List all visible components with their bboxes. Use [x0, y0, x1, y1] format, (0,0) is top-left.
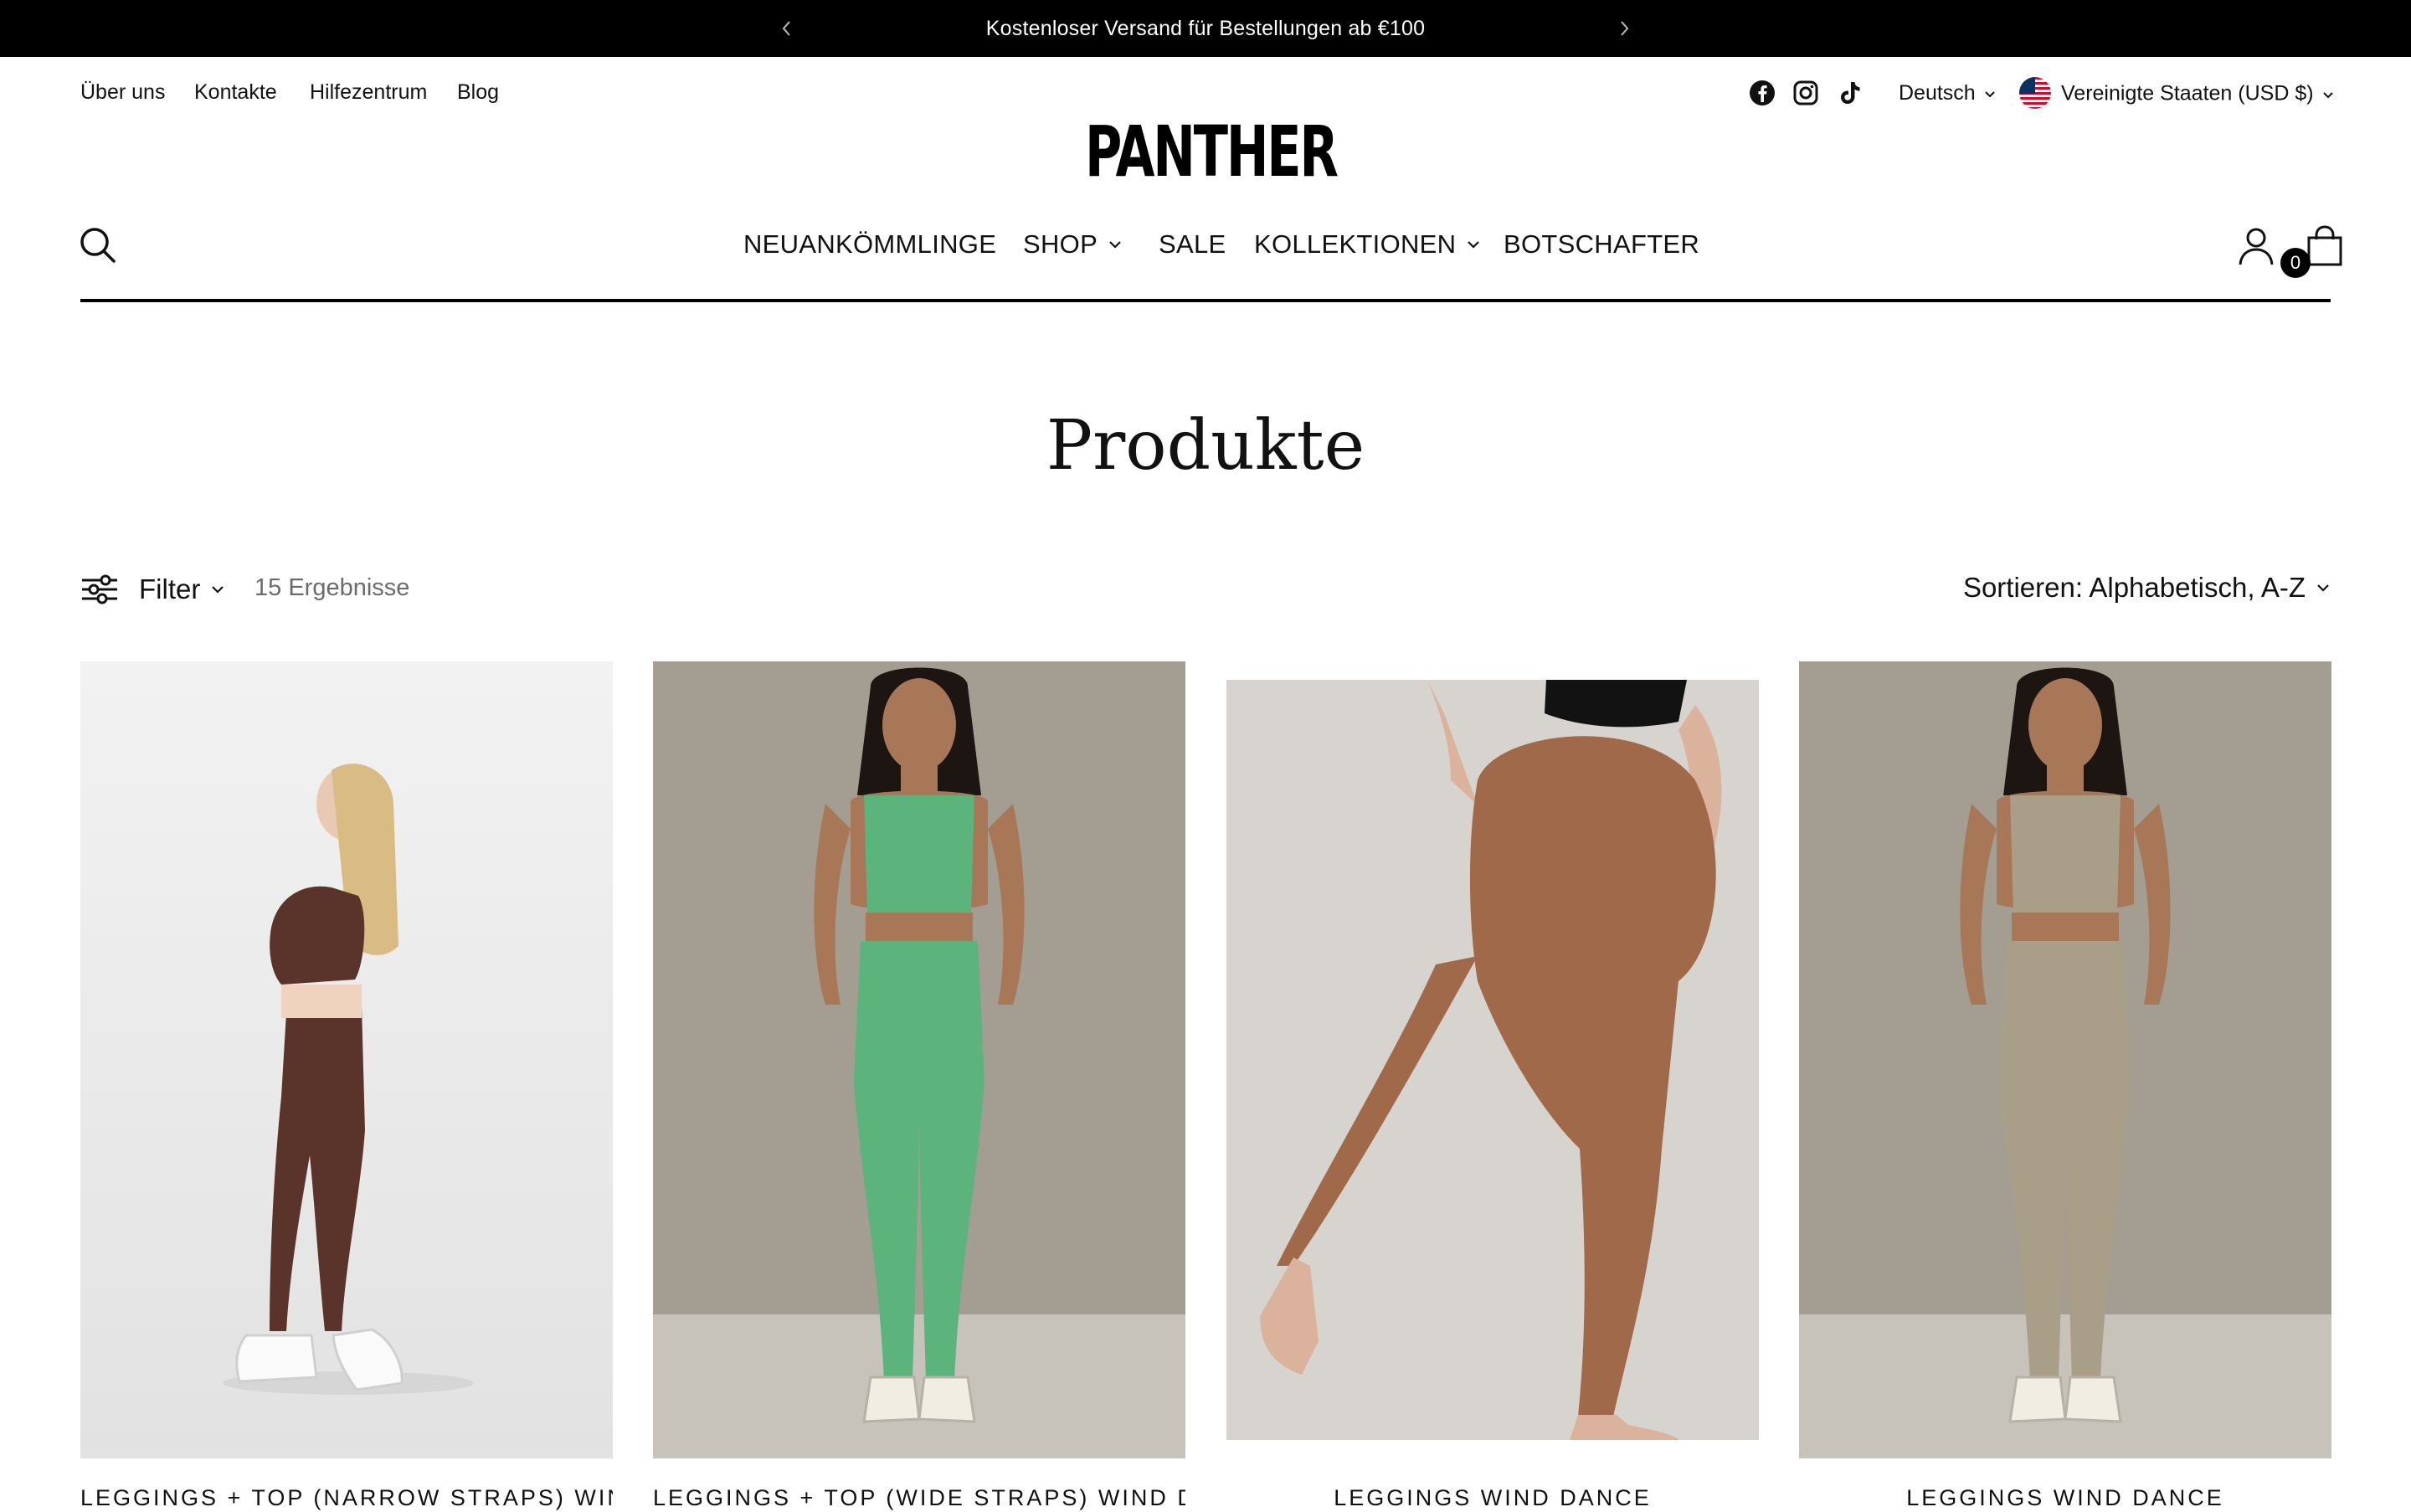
- us-flag-icon: [2019, 77, 2051, 109]
- filter-label: Filter: [139, 573, 201, 604]
- instagram-icon[interactable]: [1792, 79, 1820, 107]
- utility-link-contacts[interactable]: Kontakte: [194, 79, 277, 105]
- chevron-down-icon: [1109, 241, 1121, 249]
- chevron-right-icon: [1621, 21, 1629, 36]
- product-image[interactable]: [1226, 680, 1759, 1440]
- nav-new-arrivals[interactable]: NEUANKÖMMLINGE: [743, 228, 996, 261]
- filter-icon[interactable]: [80, 573, 119, 606]
- search-icon[interactable]: [79, 226, 117, 265]
- utility-link-about[interactable]: Über uns: [80, 79, 165, 105]
- header-divider: [80, 299, 2331, 302]
- product-title[interactable]: LEGGINGS + TOP (WIDE STRAPS) WIND DANCE: [653, 1484, 1185, 1512]
- utility-link-blog[interactable]: Blog: [457, 79, 499, 105]
- nav-item-label: BOTSCHAFTER: [1504, 229, 1700, 259]
- language-label: Deutsch: [1899, 81, 1976, 105]
- product-title[interactable]: LEGGINGS WIND DANCE: [1226, 1484, 1759, 1512]
- results-count: 15 Ergebnisse: [254, 574, 410, 601]
- product-title[interactable]: LEGGINGS + TOP (NARROW STRAPS) WIND DANC…: [80, 1484, 613, 1512]
- country-label: Vereinigte Staaten (USD $): [2061, 81, 2314, 105]
- nav-item-label: KOLLEKTIONEN: [1254, 229, 1457, 259]
- filter-button[interactable]: Filter: [139, 573, 225, 606]
- announcement-text: Kostenloser Versand für Bestellungen ab …: [985, 17, 1426, 40]
- nav-shop[interactable]: SHOP: [1023, 228, 1123, 261]
- chevron-down-icon: [2322, 92, 2333, 99]
- chevron-down-icon: [2317, 584, 2329, 592]
- nav-item-label: SALE: [1159, 229, 1226, 259]
- language-selector[interactable]: Deutsch: [1899, 79, 1996, 107]
- account-icon[interactable]: [2237, 226, 2275, 268]
- sort-dropdown[interactable]: Sortieren: Alphabetisch, A-Z: [1963, 571, 2331, 604]
- nav-item-label: SHOP: [1023, 229, 1098, 259]
- chevron-down-icon: [212, 586, 224, 594]
- nav-collections[interactable]: KOLLEKTIONEN: [1254, 228, 1481, 261]
- nav-ambassadors[interactable]: BOTSCHAFTER: [1504, 228, 1699, 261]
- announcement-next-button[interactable]: [1612, 17, 1636, 40]
- tiktok-icon[interactable]: [1835, 79, 1864, 107]
- product-image[interactable]: [653, 661, 1185, 1458]
- product-title[interactable]: LEGGINGS WIND DANCE: [1799, 1484, 2331, 1512]
- product-image[interactable]: [1799, 661, 2331, 1458]
- sort-label: Sortieren: Alphabetisch, A-Z: [1962, 572, 2306, 603]
- utility-link-help-center[interactable]: Hilfezentrum: [310, 79, 427, 105]
- facebook-icon[interactable]: [1748, 79, 1776, 107]
- cart-count-badge: 0: [2280, 248, 2311, 278]
- page-title: Produkte: [1046, 406, 1365, 486]
- country-selector[interactable]: Vereinigte Staaten (USD $): [2019, 77, 2334, 111]
- nav-item-label: NEUANKÖMMLINGE: [743, 229, 997, 259]
- announcement-bar: Kostenloser Versand für Bestellungen ab …: [0, 0, 2411, 57]
- brand-logo[interactable]: PANTHER: [1085, 114, 1339, 189]
- chevron-down-icon: [1468, 241, 1480, 249]
- product-image[interactable]: [80, 661, 613, 1458]
- chevron-down-icon: [1985, 91, 1995, 98]
- nav-sale[interactable]: SALE: [1159, 228, 1226, 261]
